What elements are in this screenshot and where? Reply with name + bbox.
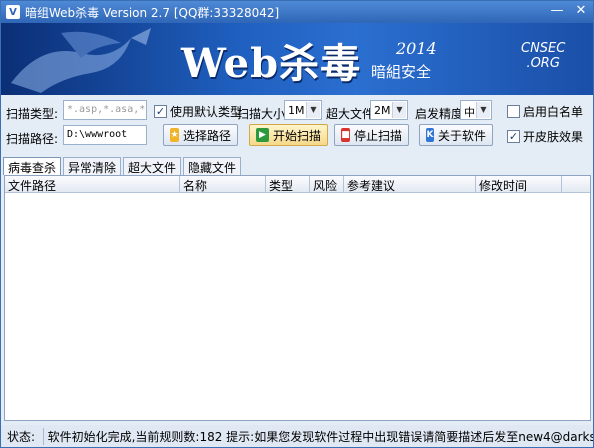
- tab-bar: 病毒查杀 异常清除 超大文件 隐藏文件: [3, 157, 243, 175]
- banner-team: 暗組安全: [371, 63, 432, 81]
- scan-size-label: 扫描大小: [237, 107, 286, 121]
- app-icon: V: [6, 5, 20, 19]
- minimize-icon[interactable]: —: [549, 3, 565, 19]
- chevron-down-icon: ▼: [306, 102, 320, 118]
- star-icon: ★: [170, 128, 179, 142]
- scan-path-input[interactable]: D:\wwwroot: [63, 125, 147, 145]
- main-window: V 暗组Web杀毒 Version 2.7 [QQ群:33328042] — ✕…: [0, 0, 594, 448]
- status-label: 状态:: [7, 429, 36, 444]
- scan-path-label: 扫描路径:: [6, 132, 59, 146]
- status-text: 软件初始化完成,当前规则数:182 提示:如果您发现软件过程中出现错误请简要描述…: [42, 427, 593, 445]
- whitelist-checkbox[interactable]: 启用白名单: [507, 103, 583, 120]
- tab-virus-scan[interactable]: 病毒查杀: [3, 157, 62, 175]
- scan-size-value: 1M: [288, 104, 305, 117]
- heuristic-select[interactable]: 中 ▼: [460, 100, 492, 120]
- brand-title: Web杀毒: [181, 40, 362, 87]
- scan-type-label: 扫描类型:: [6, 107, 59, 121]
- scan-size-select[interactable]: 1M ▼: [284, 100, 322, 120]
- column-header-advice[interactable]: 参考建议: [344, 176, 476, 192]
- use-default-types-label: 使用默认类型: [170, 105, 243, 119]
- start-scan-button[interactable]: ▶ 开始扫描: [249, 124, 328, 146]
- window-controls: — ✕: [549, 3, 589, 19]
- banner-year: 2014: [396, 39, 437, 58]
- large-file-select[interactable]: 2M ▼: [370, 100, 408, 120]
- skin-effect-checkbox[interactable]: ✓ 开皮肤效果: [507, 128, 583, 145]
- info-icon: K: [426, 128, 434, 142]
- banner-org-line1: CNSEC: [521, 41, 566, 56]
- column-header-risk[interactable]: 风险: [310, 176, 344, 192]
- skin-effect-label: 开皮肤效果: [523, 130, 584, 144]
- scan-type-input[interactable]: *.asp,*.asa,*.as: [63, 100, 147, 120]
- banner-org: CNSEC .ORG: [521, 41, 565, 71]
- heuristic-value: 中: [464, 106, 475, 119]
- checkbox-checked-icon: ✓: [154, 105, 167, 118]
- results-table[interactable]: 文件路径 名称 类型 风险 参考建议 修改时间: [4, 175, 591, 421]
- large-file-label: 超大文件: [326, 107, 375, 121]
- column-header-name[interactable]: 名称: [180, 176, 266, 192]
- window-title: 暗组Web杀毒 Version 2.7 [QQ群:33328042]: [25, 5, 280, 20]
- tab-anomaly-clean[interactable]: 异常清除: [63, 157, 122, 175]
- checkbox-checked-icon: ✓: [507, 130, 520, 143]
- chevron-down-icon: ▼: [392, 102, 406, 118]
- play-icon: ▶: [256, 128, 269, 142]
- stop-icon: ■: [341, 128, 350, 142]
- column-header-path[interactable]: 文件路径: [5, 176, 180, 192]
- large-file-value: 2M: [374, 104, 391, 117]
- banner: Web杀毒 2014 暗組安全 CNSEC .ORG: [1, 23, 593, 95]
- banner-org-line2: .ORG: [526, 56, 560, 71]
- title-bar[interactable]: V 暗组Web杀毒 Version 2.7 [QQ群:33328042] — ✕: [1, 1, 593, 23]
- column-header-type[interactable]: 类型: [266, 176, 310, 192]
- select-path-button[interactable]: ★ 选择路径: [163, 124, 238, 146]
- chevron-down-icon: ▼: [476, 102, 490, 118]
- about-label: 关于软件: [437, 128, 486, 143]
- tab-hidden-files[interactable]: 隐藏文件: [183, 157, 242, 175]
- table-header: 文件路径 名称 类型 风险 参考建议 修改时间: [5, 176, 590, 193]
- dragon-graphic: [11, 28, 151, 93]
- column-header-modified[interactable]: 修改时间: [476, 176, 562, 192]
- checkbox-empty-icon: [507, 105, 520, 118]
- stop-scan-button[interactable]: ■ 停止扫描: [334, 124, 409, 146]
- select-path-label: 选择路径: [182, 128, 231, 143]
- stop-scan-label: 停止扫描: [353, 128, 402, 143]
- heuristic-label: 启发精度: [415, 107, 464, 121]
- status-bar: 状态: 软件初始化完成,当前规则数:182 提示:如果您发现软件过程中出现错误请…: [1, 425, 593, 447]
- close-icon[interactable]: ✕: [573, 3, 589, 19]
- tab-large-files[interactable]: 超大文件: [123, 157, 182, 175]
- start-scan-label: 开始扫描: [272, 128, 321, 143]
- whitelist-label: 启用白名单: [523, 105, 584, 119]
- about-button[interactable]: K 关于软件: [419, 124, 493, 146]
- column-header-filler: [562, 176, 590, 192]
- use-default-types-checkbox[interactable]: ✓ 使用默认类型: [154, 103, 242, 120]
